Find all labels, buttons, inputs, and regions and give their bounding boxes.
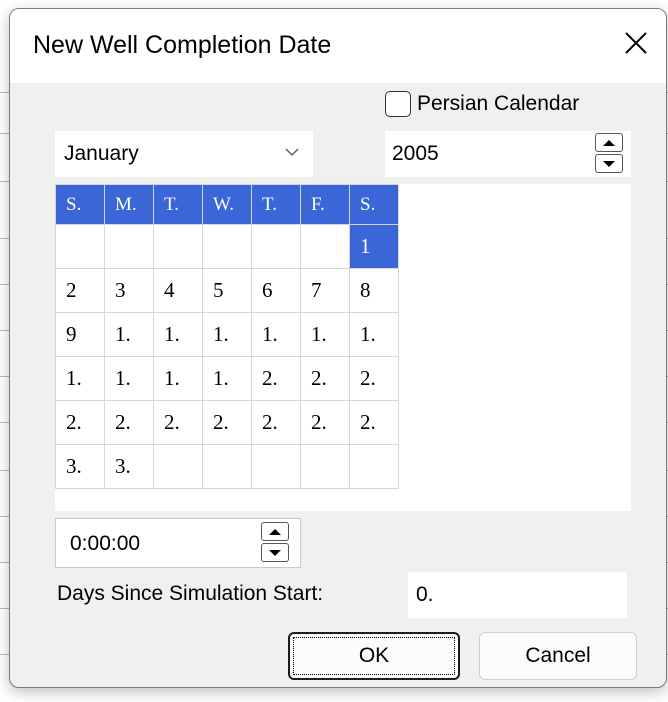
calendar-day-cell[interactable]: 1. — [55, 356, 105, 401]
calendar-days: 1 2 3 4 5 6 7 8 9 1. 1. 1. 1. 1. 1. 1. 1. 1. 1. 2. 2. 2. 2. 2. 2… — [55, 224, 399, 489]
calendar-day-cell[interactable]: 6 — [251, 268, 301, 313]
calendar-week-row: 9 1. 1. 1. 1. 1. 1. — [55, 312, 399, 357]
persian-calendar-label: Persian Calendar — [417, 92, 580, 115]
dialog-title: New Well Completion Date — [33, 31, 332, 59]
calendar-grid: S. M. T. W. T. F. S. 1 2 3 4 5 6 7 8 9 1. 1. 1. 1. 1.… — [55, 184, 399, 489]
close-icon — [625, 32, 647, 54]
calendar-day-cell[interactable]: 1. — [202, 312, 252, 357]
calendar-day-cell[interactable]: 2. — [300, 400, 350, 445]
calendar-day-cell[interactable]: 5 — [202, 268, 252, 313]
calendar-day-cell[interactable] — [251, 224, 301, 269]
calendar-week-row: 2. 2. 2. 2. 2. 2. 2. — [55, 400, 399, 445]
calendar-day-cell[interactable] — [300, 224, 350, 269]
calendar-day-cell[interactable]: 1. — [251, 312, 301, 357]
days-since-start-value: 0. — [416, 583, 434, 606]
calendar-day-cell[interactable]: 3. — [104, 444, 154, 489]
calendar-day-cell[interactable]: 1. — [202, 356, 252, 401]
spin-down-icon — [269, 549, 281, 556]
weekday-header: T. — [153, 184, 203, 225]
calendar-day-cell[interactable]: 7 — [300, 268, 350, 313]
calendar-day-cell[interactable] — [153, 224, 203, 269]
calendar-day-cell[interactable] — [300, 444, 350, 489]
calendar-day-cell[interactable]: 1 — [349, 224, 399, 269]
calendar-day-cell[interactable]: 2. — [104, 400, 154, 445]
year-input[interactable]: 2005 — [385, 131, 631, 177]
calendar-week-row: 1. 1. 1. 1. 2. 2. 2. — [55, 356, 399, 401]
calendar-day-cell[interactable] — [104, 224, 154, 269]
calendar-day-cell[interactable]: 2 — [55, 268, 105, 313]
weekday-header: M. — [104, 184, 154, 225]
calendar-day-cell[interactable]: 9 — [55, 312, 105, 357]
month-select[interactable]: January — [55, 131, 313, 177]
calendar-week-row: 3. 3. — [55, 444, 399, 489]
calendar-day-cell[interactable]: 1. — [153, 312, 203, 357]
calendar-week-row: 2345678 — [55, 268, 399, 313]
calendar-day-cell[interactable]: 2. — [349, 356, 399, 401]
calendar-day-cell[interactable]: 8 — [349, 268, 399, 313]
calendar-day-cell[interactable]: 1. — [104, 312, 154, 357]
dialog-titlebar: New Well Completion Date — [10, 9, 666, 83]
new-well-completion-date-dialog: New Well Completion Date Persian Calenda… — [9, 8, 667, 688]
year-spinner[interactable] — [595, 133, 625, 175]
calendar-day-cell[interactable]: 1. — [349, 312, 399, 357]
weekday-header: W. — [202, 184, 252, 225]
spin-up-icon — [603, 139, 615, 146]
time-spin-down-button[interactable] — [261, 543, 289, 562]
days-since-start-label: Days Since Simulation Start: — [57, 582, 324, 605]
calendar-day-cell[interactable]: 2. — [251, 356, 301, 401]
calendar-day-cell[interactable] — [251, 444, 301, 489]
calendar-day-cell[interactable]: 2. — [202, 400, 252, 445]
calendar-day-cell[interactable]: 2. — [300, 356, 350, 401]
persian-calendar-checkbox-box[interactable] — [385, 91, 411, 117]
weekday-header: S. — [55, 184, 105, 225]
time-input[interactable]: 0:00:00 — [55, 518, 301, 568]
calendar-day-cell[interactable]: 2. — [349, 400, 399, 445]
calendar-day-cell[interactable]: 1. — [300, 312, 350, 357]
calendar-day-cell[interactable] — [202, 224, 252, 269]
weekday-header-row: S. M. T. W. T. F. S. — [55, 184, 399, 225]
calendar-day-cell[interactable]: 2. — [153, 400, 203, 445]
year-spin-down-button[interactable] — [595, 154, 623, 173]
weekday-header: T. — [251, 184, 301, 225]
ok-button[interactable]: OK — [288, 632, 460, 680]
close-button[interactable] — [614, 21, 658, 65]
calendar-day-cell[interactable] — [202, 444, 252, 489]
year-spin-up-button[interactable] — [595, 133, 623, 152]
time-spin-up-button[interactable] — [261, 522, 289, 541]
persian-calendar-checkbox[interactable]: Persian Calendar — [385, 91, 579, 117]
chevron-down-icon — [285, 148, 299, 156]
calendar-day-cell[interactable]: 2. — [55, 400, 105, 445]
calendar-day-cell[interactable] — [55, 224, 105, 269]
weekday-header: F. — [300, 184, 350, 225]
calendar-day-cell[interactable]: 2. — [251, 400, 301, 445]
calendar-day-cell[interactable]: 4 — [153, 268, 203, 313]
time-spinner[interactable] — [261, 522, 291, 564]
month-select-value: January — [64, 142, 139, 165]
calendar-day-cell[interactable]: 3 — [104, 268, 154, 313]
calendar-grid-area: S. M. T. W. T. F. S. 1 2 3 4 5 6 7 8 9 1. 1. 1. 1. 1.… — [55, 184, 631, 511]
time-input-value: 0:00:00 — [70, 532, 141, 555]
cancel-button[interactable]: Cancel — [479, 632, 637, 680]
spin-up-icon — [269, 528, 281, 535]
calendar-day-cell[interactable] — [153, 444, 203, 489]
calendar-day-cell[interactable]: 1. — [104, 356, 154, 401]
spin-down-icon — [603, 160, 615, 167]
weekday-header: S. — [349, 184, 399, 225]
calendar-day-cell[interactable]: 1. — [153, 356, 203, 401]
calendar-week-row: 1 — [55, 224, 399, 269]
calendar-day-cell[interactable]: 3. — [55, 444, 105, 489]
days-since-start-input[interactable]: 0. — [408, 572, 627, 618]
calendar-day-cell[interactable] — [349, 444, 399, 489]
year-input-value: 2005 — [392, 142, 439, 165]
